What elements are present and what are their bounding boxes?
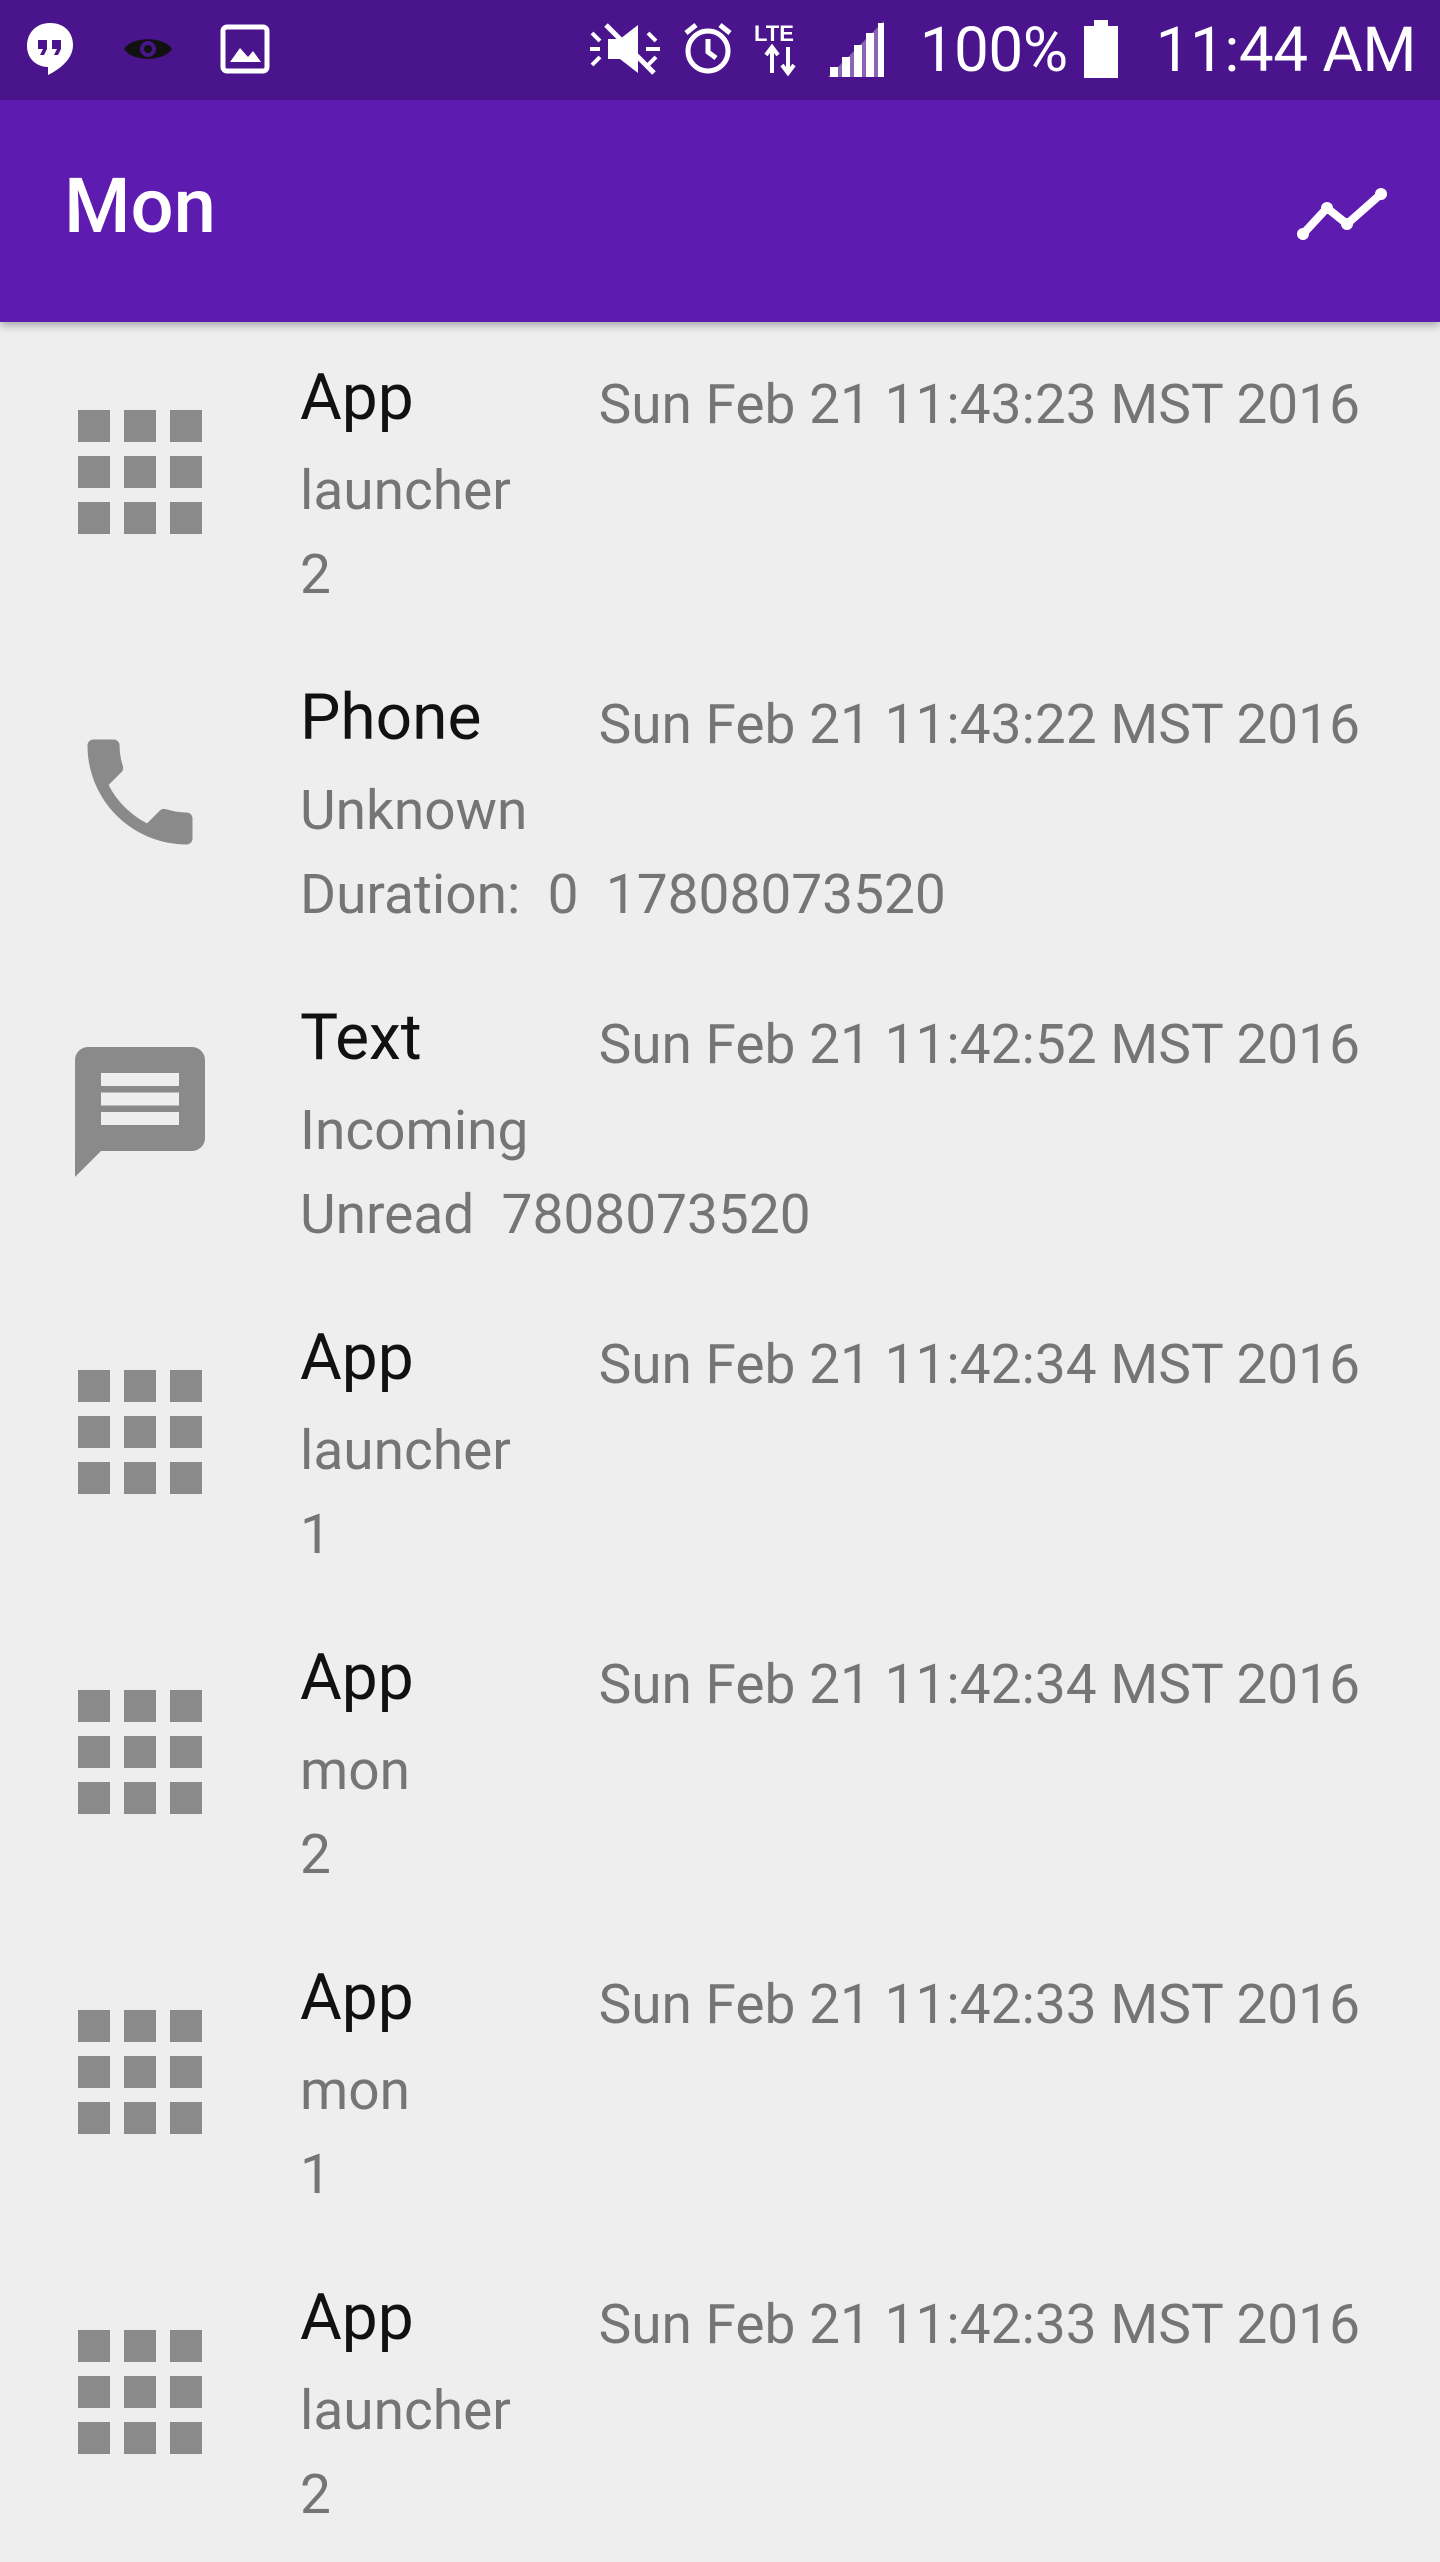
item-title: Text (300, 1000, 422, 1075)
list-item[interactable]: App Sun Feb 21 11:42:33 MST 2016 launche… (0, 2242, 1440, 2562)
event-list: App Sun Feb 21 11:43:23 MST 2016 launche… (0, 322, 1440, 2562)
phone-icon (62, 714, 218, 870)
item-timestamp: Sun Feb 21 11:43:22 MST 2016 (598, 693, 1360, 757)
item-subdetail: Unread 7808073520 (300, 1183, 811, 1247)
item-title: App (300, 2280, 414, 2355)
item-detail: launcher (300, 459, 511, 523)
list-item[interactable]: App Sun Feb 21 11:42:34 MST 2016 mon 2 (0, 1602, 1440, 1922)
list-item[interactable]: App Sun Feb 21 11:42:34 MST 2016 launche… (0, 1282, 1440, 1602)
page-title: Mon (64, 161, 216, 251)
item-detail: launcher (300, 2379, 511, 2443)
notification-icons (24, 20, 270, 82)
item-timestamp: Sun Feb 21 11:42:34 MST 2016 (598, 1333, 1360, 1397)
item-title: App (300, 1640, 414, 1715)
gallery-icon (220, 24, 270, 78)
item-detail: Incoming (300, 1099, 529, 1163)
hangouts-icon (24, 21, 76, 81)
mute-icon (588, 21, 664, 81)
item-title: App (300, 1960, 414, 2035)
list-item[interactable]: Phone Sun Feb 21 11:43:22 MST 2016 Unkno… (0, 642, 1440, 962)
battery-icon (1083, 20, 1118, 82)
status-bar: LTE 100% 11:44 AM (0, 0, 1440, 100)
list-item[interactable]: App Sun Feb 21 11:42:33 MST 2016 mon 1 (0, 1922, 1440, 2242)
list-item[interactable]: App Sun Feb 21 11:43:23 MST 2016 launche… (0, 322, 1440, 642)
item-subdetail: 2 (300, 2463, 331, 2527)
clock: 11:44 AM (1155, 14, 1417, 87)
item-subdetail: 1 (300, 1503, 331, 1567)
alarm-icon (680, 21, 736, 81)
item-title: App (300, 1320, 414, 1395)
item-subdetail: 1 (300, 2143, 331, 2207)
list-item[interactable]: Text Sun Feb 21 11:42:52 MST 2016 Incomi… (0, 962, 1440, 1282)
svg-text:LTE: LTE (754, 21, 794, 46)
signal-icon (826, 19, 886, 83)
item-timestamp: Sun Feb 21 11:43:23 MST 2016 (598, 373, 1360, 437)
item-timestamp: Sun Feb 21 11:42:33 MST 2016 (598, 1973, 1360, 2037)
apps-icon (62, 1354, 218, 1510)
trending-button[interactable] (1292, 174, 1392, 254)
item-detail: mon (300, 2059, 410, 2123)
item-detail: Unknown (300, 779, 528, 843)
item-timestamp: Sun Feb 21 11:42:34 MST 2016 (598, 1653, 1360, 1717)
battery-percent: 100% (919, 14, 1068, 87)
apps-icon (62, 1674, 218, 1830)
item-title: Phone (300, 680, 482, 755)
apps-icon (62, 2314, 218, 2470)
apps-icon (62, 394, 218, 550)
item-detail: launcher (300, 1419, 511, 1483)
item-detail: mon (300, 1739, 410, 1803)
item-subdetail: 2 (300, 1823, 331, 1887)
system-status: LTE 100% 11:44 AM (588, 14, 1417, 88)
item-timestamp: Sun Feb 21 11:42:33 MST 2016 (598, 2293, 1360, 2357)
item-subdetail: 2 (300, 543, 331, 607)
lte-icon: LTE (752, 19, 810, 83)
apps-icon (62, 1994, 218, 2150)
app-bar: Mon (0, 100, 1440, 322)
item-title: App (300, 360, 414, 435)
trending-up-icon (1297, 188, 1387, 240)
eye-icon (122, 32, 174, 70)
message-icon (62, 1034, 218, 1190)
item-subdetail: Duration: 0 17808073520 (300, 863, 946, 927)
item-timestamp: Sun Feb 21 11:42:52 MST 2016 (598, 1013, 1360, 1077)
